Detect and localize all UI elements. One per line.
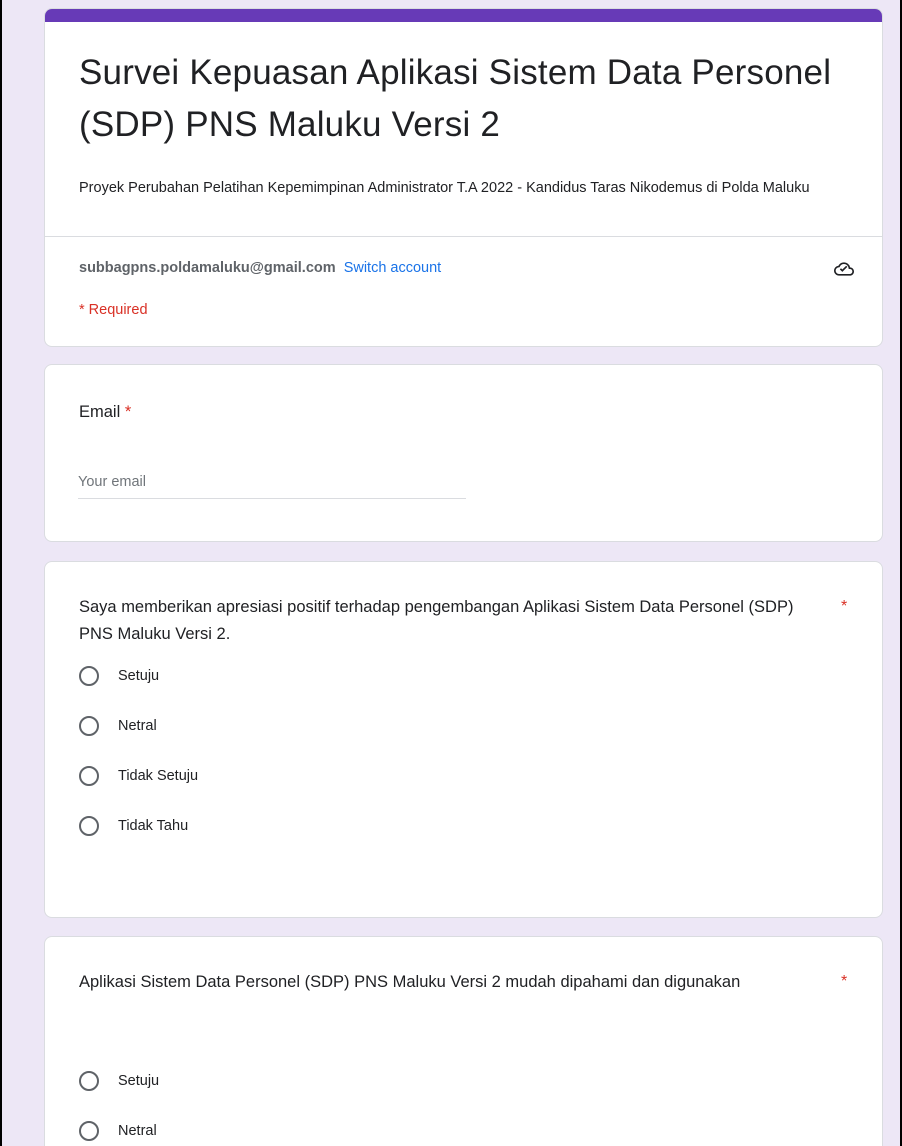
radio-button[interactable] bbox=[79, 816, 99, 836]
radio-option-label: Tidak Tahu bbox=[118, 818, 189, 834]
radio-option-tidak-setuju[interactable]: Tidak Setuju bbox=[79, 764, 198, 788]
form-header-card: Survei Kepuasan Aplikasi Sistem Data Per… bbox=[44, 8, 883, 347]
question-card-1: Saya memberikan apresiasi positif terhad… bbox=[44, 561, 883, 918]
account-email: subbagpns.poldamaluku@gmail.com bbox=[79, 260, 336, 276]
required-asterisk: * bbox=[841, 598, 848, 615]
question-title-1: Saya memberikan apresiasi positif terhad… bbox=[79, 598, 794, 643]
radio-option-netral[interactable]: Netral bbox=[79, 714, 157, 738]
required-asterisk: * bbox=[124, 403, 132, 421]
form-description: Proyek Perubahan Pelatihan Kepemimpinan … bbox=[79, 180, 810, 196]
cloud-done-icon[interactable] bbox=[834, 259, 854, 279]
question-title-2: Aplikasi Sistem Data Personel (SDP) PNS … bbox=[79, 973, 741, 991]
radio-option-netral[interactable]: Netral bbox=[79, 1119, 157, 1143]
radio-option-label: Setuju bbox=[118, 668, 160, 684]
question-card-2: Aplikasi Sistem Data Personel (SDP) PNS … bbox=[44, 936, 883, 1146]
radio-option-setuju[interactable]: Setuju bbox=[79, 1069, 159, 1093]
required-note: * Required bbox=[79, 302, 148, 318]
header-accent-bar bbox=[45, 9, 882, 22]
radio-option-tidak-tahu[interactable]: Tidak Tahu bbox=[79, 814, 188, 838]
radio-option-setuju[interactable]: Setuju bbox=[79, 664, 159, 688]
radio-button[interactable] bbox=[79, 1121, 99, 1141]
radio-button[interactable] bbox=[79, 1071, 99, 1091]
required-asterisk: * bbox=[841, 973, 848, 990]
form-title: Survei Kepuasan Aplikasi Sistem Data Per… bbox=[79, 53, 832, 144]
email-input[interactable] bbox=[78, 470, 466, 499]
radio-option-label: Setuju bbox=[118, 1073, 160, 1089]
switch-account-link[interactable]: Switch account bbox=[344, 260, 442, 276]
radio-option-label: Netral bbox=[118, 1123, 157, 1139]
email-label: Email bbox=[79, 403, 121, 421]
radio-button[interactable] bbox=[79, 716, 99, 736]
account-row: subbagpns.poldamaluku@gmail.com Switch a… bbox=[79, 258, 441, 278]
email-question-title: Email * bbox=[79, 399, 799, 426]
header-divider bbox=[45, 236, 882, 237]
email-question-card: Email * bbox=[44, 364, 883, 542]
radio-option-label: Netral bbox=[118, 718, 157, 734]
radio-option-label: Tidak Setuju bbox=[118, 768, 199, 784]
radio-button[interactable] bbox=[79, 766, 99, 786]
radio-button[interactable] bbox=[79, 666, 99, 686]
